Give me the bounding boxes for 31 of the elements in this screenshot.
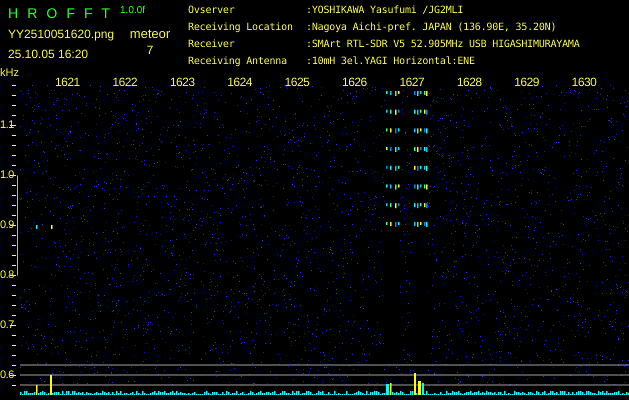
y-axis-label: 1.0 xyxy=(0,168,15,183)
x-axis-label: 1627 xyxy=(399,75,426,89)
info-label: Receiving Location xyxy=(188,22,294,35)
info-value: :SMArt RTL-SDR V5 52.905MHz USB HIGASHIMURAYAMA xyxy=(306,39,580,52)
y-axis-label: 0.6 xyxy=(0,368,15,383)
version-label: 1.0.0f xyxy=(120,4,146,18)
x-axis-label: 1626 xyxy=(342,75,368,89)
y-axis-label: 1.1 xyxy=(0,118,15,133)
x-axis-label: 1622 xyxy=(112,75,138,89)
app-title: H R O F F T xyxy=(8,4,113,22)
x-axis-label: 1621 xyxy=(55,75,81,89)
x-axis-label: 1624 xyxy=(227,75,253,89)
info-label: Receiver xyxy=(188,39,236,52)
counter-label: meteor xyxy=(130,26,170,42)
timestamp: 25.10.05 16:20 xyxy=(8,46,90,62)
x-axis-label: 1630 xyxy=(572,75,598,89)
unit-label: kHz xyxy=(0,67,19,79)
x-axis-label: 1623 xyxy=(170,75,196,89)
info-value: :10mH 3el.YAGI Horizontal:ENE xyxy=(306,56,476,69)
y-axis-label: 0.9 xyxy=(0,218,15,233)
meteor-count: 7 xyxy=(146,42,154,58)
file-name: YY2510051620.png xyxy=(8,26,116,42)
y-axis-label: 0.8 xyxy=(0,268,15,283)
x-axis-label: 1628 xyxy=(456,75,483,89)
info-label: Ovserver xyxy=(188,5,236,18)
info-value: :YOSHIKAWA Yasufumi /JG2MLI xyxy=(306,5,464,18)
x-axis-label: 1625 xyxy=(284,75,310,89)
info-value: :Nagoya Aichi-pref. JAPAN (136.90E, 35.20N) xyxy=(306,22,558,35)
info-label: Receiving Antenna xyxy=(188,56,288,69)
y-axis-label: 0.7 xyxy=(0,318,15,333)
x-axis-label: 1629 xyxy=(514,75,540,89)
